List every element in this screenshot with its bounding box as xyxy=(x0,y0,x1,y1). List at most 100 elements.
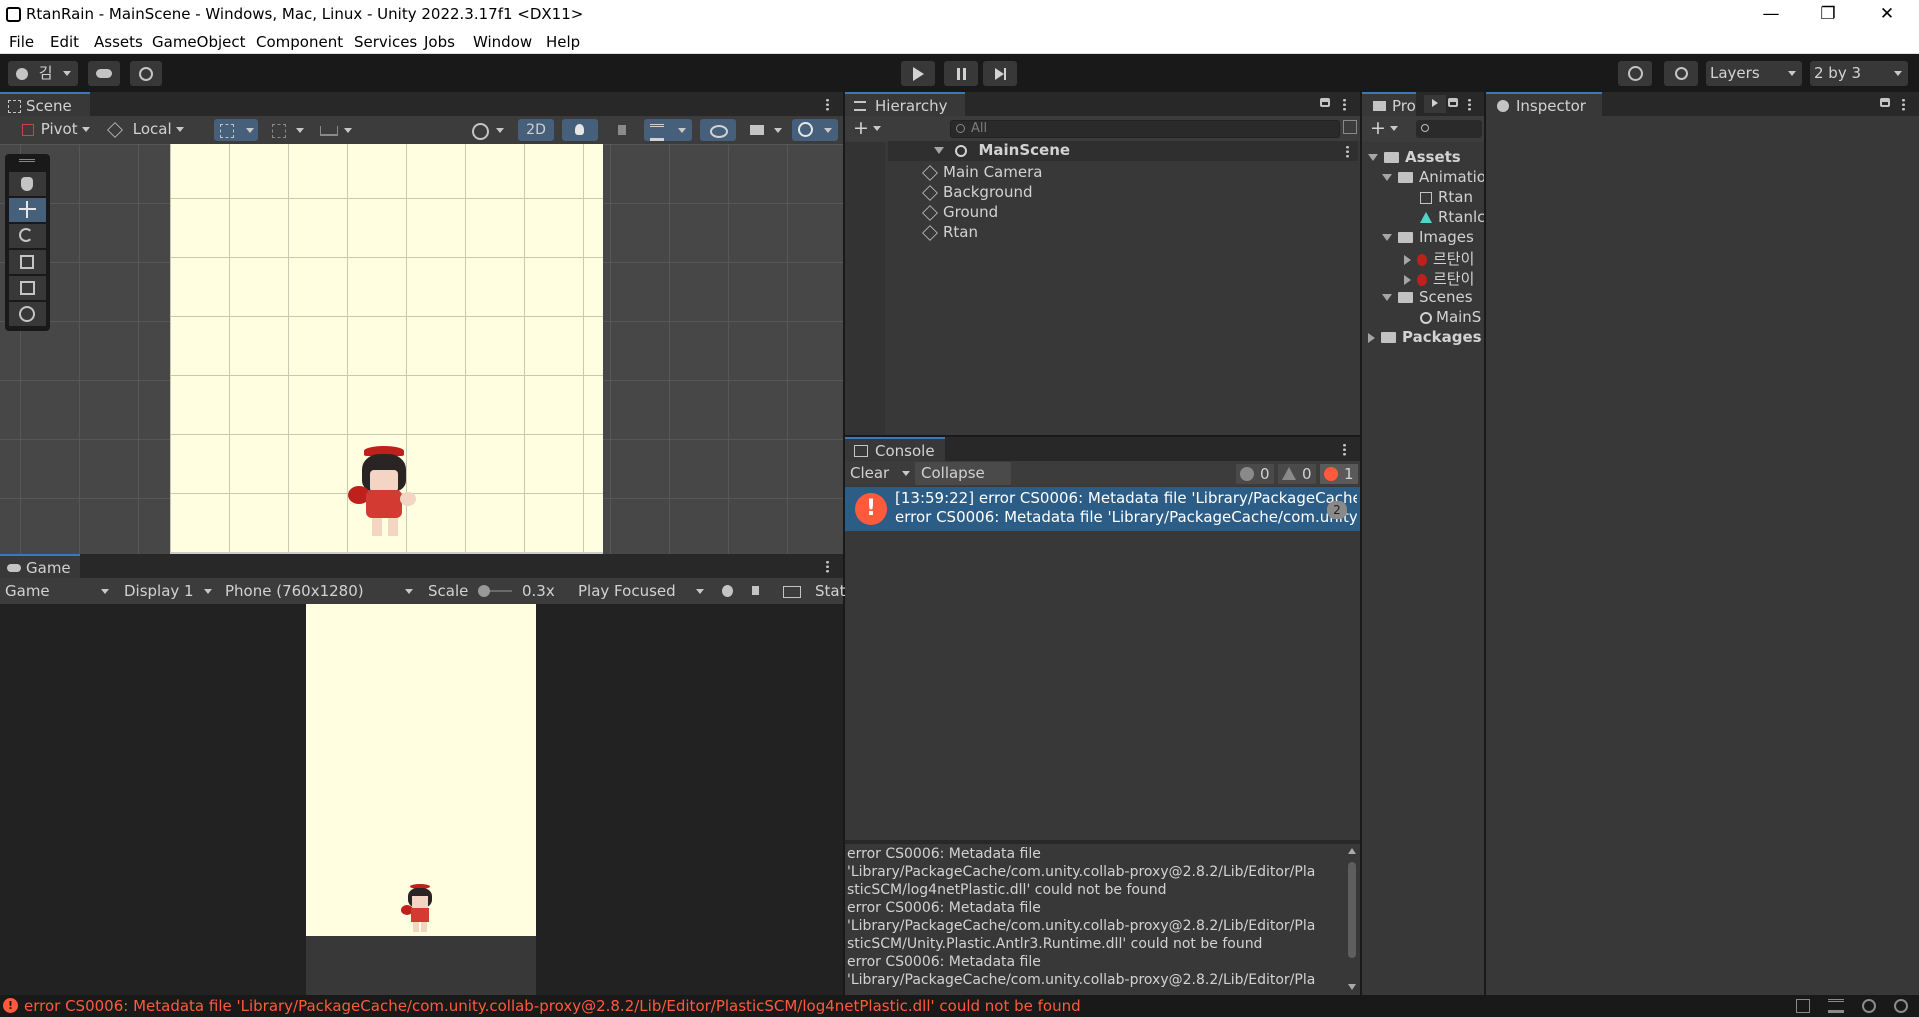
progress-icon[interactable] xyxy=(1862,999,1876,1013)
expand-arrow-icon[interactable] xyxy=(1382,174,1392,181)
hierarchy-item[interactable]: Rtan xyxy=(922,223,978,241)
step-button[interactable] xyxy=(983,61,1017,86)
rtan-sprite[interactable] xyxy=(342,446,426,542)
expand-arrow-icon[interactable] xyxy=(1382,234,1392,241)
collab-status-icon[interactable] xyxy=(1894,999,1908,1013)
undo-history-button[interactable] xyxy=(1618,61,1652,86)
lock-icon[interactable] xyxy=(1320,98,1330,107)
minimize-button[interactable]: — xyxy=(1748,0,1794,29)
tab-inspector[interactable]: Inspector xyxy=(1486,92,1602,116)
scene-visibility-button[interactable] xyxy=(700,119,736,141)
game-view[interactable] xyxy=(0,604,843,995)
maximize-button[interactable]: ❐ xyxy=(1805,0,1851,29)
tab-overflow-button[interactable] xyxy=(1424,95,1446,113)
tree-animation[interactable]: Animatio xyxy=(1382,168,1484,186)
game-view-dropdown[interactable]: Game xyxy=(5,582,110,600)
tab-console[interactable]: Console xyxy=(845,437,945,461)
create-button[interactable]: + xyxy=(853,118,885,138)
close-button[interactable]: ✕ xyxy=(1864,0,1910,29)
more-icon[interactable] xyxy=(826,98,829,111)
menu-gameobject[interactable]: GameObject xyxy=(152,33,246,51)
scene-search-icon[interactable] xyxy=(1343,120,1357,134)
more-icon[interactable] xyxy=(826,560,829,573)
hierarchy-item[interactable]: Ground xyxy=(922,203,998,221)
project-search-input[interactable] xyxy=(1416,120,1482,138)
more-icon[interactable] xyxy=(1468,98,1471,111)
collapse-button[interactable]: Collapse xyxy=(915,462,1011,485)
error-filter-button[interactable]: 1 xyxy=(1320,464,1358,484)
draw-mode-button[interactable] xyxy=(468,119,510,141)
expand-arrow-icon[interactable] xyxy=(1404,274,1411,285)
hierarchy-item[interactable]: Background xyxy=(922,183,1033,201)
play-mode-dropdown[interactable]: Play Focused xyxy=(578,582,708,600)
menu-edit[interactable]: Edit xyxy=(50,33,79,51)
resolution-dropdown[interactable]: Phone (760x1280) xyxy=(225,582,415,600)
create-button[interactable]: + xyxy=(1370,118,1402,138)
status-message[interactable]: error CS0006: Metadata file 'Library/Pac… xyxy=(24,997,1081,1015)
menu-component[interactable]: Component xyxy=(256,33,343,51)
debug-icon[interactable] xyxy=(1796,999,1810,1013)
scroll-up-icon[interactable] xyxy=(1348,848,1356,854)
more-icon[interactable] xyxy=(1346,145,1349,158)
expand-arrow-icon[interactable] xyxy=(1368,154,1378,161)
lock-icon[interactable] xyxy=(1448,98,1458,107)
tree-packages[interactable]: Packages xyxy=(1368,328,1482,346)
move-tool-button[interactable] xyxy=(9,198,46,222)
scale-slider[interactable] xyxy=(478,585,512,597)
layout-dropdown[interactable]: 2 by 3 xyxy=(1810,61,1908,86)
pause-button[interactable] xyxy=(944,61,978,86)
cloud-button[interactable] xyxy=(88,61,120,86)
layers-dropdown[interactable]: Layers xyxy=(1706,61,1802,86)
rotate-tool-button[interactable] xyxy=(9,224,46,248)
chevron-down-icon[interactable] xyxy=(902,471,910,476)
menu-services[interactable]: Services xyxy=(354,33,417,51)
effects-button[interactable] xyxy=(644,119,692,141)
tree-scenes[interactable]: Scenes xyxy=(1382,288,1473,306)
expand-arrow-icon[interactable] xyxy=(1404,254,1411,265)
expand-arrow-icon[interactable] xyxy=(934,147,944,154)
info-filter-button[interactable]: 0 xyxy=(1236,464,1274,484)
expand-arrow-icon[interactable] xyxy=(1382,294,1392,301)
ruler-button[interactable] xyxy=(316,119,356,141)
rect-tool-button[interactable] xyxy=(9,276,46,300)
play-button[interactable] xyxy=(901,61,935,86)
tree-scene-item[interactable]: MainS xyxy=(1420,308,1481,326)
mode-2d-button[interactable]: 2D xyxy=(518,119,554,141)
warning-filter-button[interactable]: 0 xyxy=(1278,464,1316,484)
lighting-button[interactable] xyxy=(562,119,598,141)
tree-image-item[interactable]: 르탄이 xyxy=(1404,248,1474,269)
gizmos-button[interactable] xyxy=(792,119,838,141)
bug-button[interactable] xyxy=(719,581,737,601)
scale-slider-thumb[interactable] xyxy=(478,585,490,597)
tree-image-item[interactable]: 르탄이 xyxy=(1404,268,1474,289)
audio-button[interactable] xyxy=(606,119,642,141)
keyboard-button[interactable] xyxy=(780,581,804,601)
console-splitter[interactable] xyxy=(845,840,1360,844)
tree-assets[interactable]: Assets xyxy=(1368,148,1461,166)
menu-window[interactable]: Window xyxy=(473,33,532,51)
scene-view[interactable] xyxy=(0,144,843,554)
collab-button[interactable] xyxy=(130,61,162,86)
grid-snap-button[interactable] xyxy=(214,119,258,141)
mute-audio-button[interactable] xyxy=(748,581,770,601)
stats-button[interactable]: Stat xyxy=(815,582,845,600)
tree-images[interactable]: Images xyxy=(1382,228,1474,246)
pivot-dropdown[interactable]: Pivot xyxy=(22,120,91,138)
tree-anim-item[interactable]: Rtan xyxy=(1420,188,1473,206)
lock-icon[interactable] xyxy=(1880,98,1890,107)
increment-snap-button[interactable] xyxy=(268,119,308,141)
scrollbar-thumb[interactable] xyxy=(1348,862,1356,958)
detail-scrollbar[interactable] xyxy=(1346,847,1358,993)
local-dropdown[interactable]: Local xyxy=(107,120,185,138)
menu-file[interactable]: File xyxy=(9,33,34,51)
hierarchy-search-input[interactable]: All xyxy=(950,120,1340,138)
tree-anim-item[interactable]: Rtanlc xyxy=(1420,208,1484,226)
menu-jobs[interactable]: Jobs xyxy=(424,33,455,51)
more-icon[interactable] xyxy=(1343,443,1346,456)
hierarchy-item[interactable]: Main Camera xyxy=(922,163,1042,181)
cache-icon[interactable] xyxy=(1828,999,1844,1013)
tab-game[interactable]: Game xyxy=(0,554,80,578)
tab-hierarchy[interactable]: Hierarchy xyxy=(845,92,965,116)
account-dropdown[interactable]: 김 xyxy=(8,61,78,86)
scale-tool-button[interactable] xyxy=(9,250,46,274)
